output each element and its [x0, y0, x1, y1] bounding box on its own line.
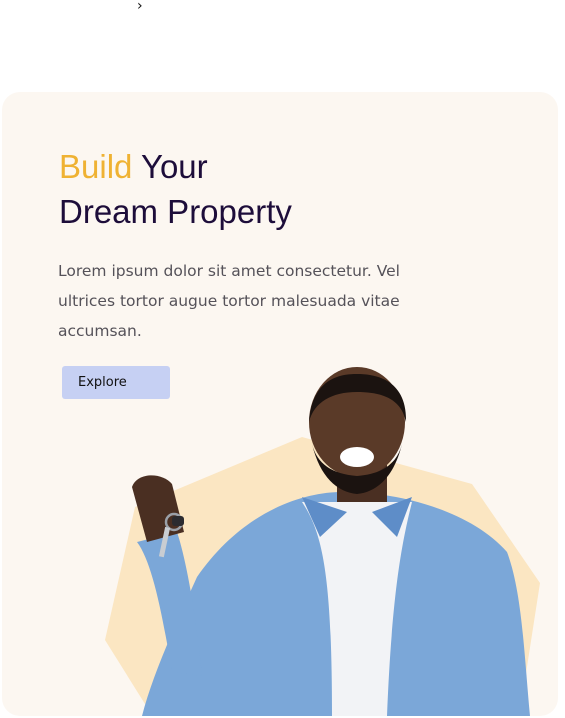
hero-section: Build Your Dream Property Lorem ipsum do…	[2, 92, 558, 716]
hero-illustration	[105, 367, 540, 716]
chevron-right-icon[interactable]: ›	[137, 0, 143, 14]
